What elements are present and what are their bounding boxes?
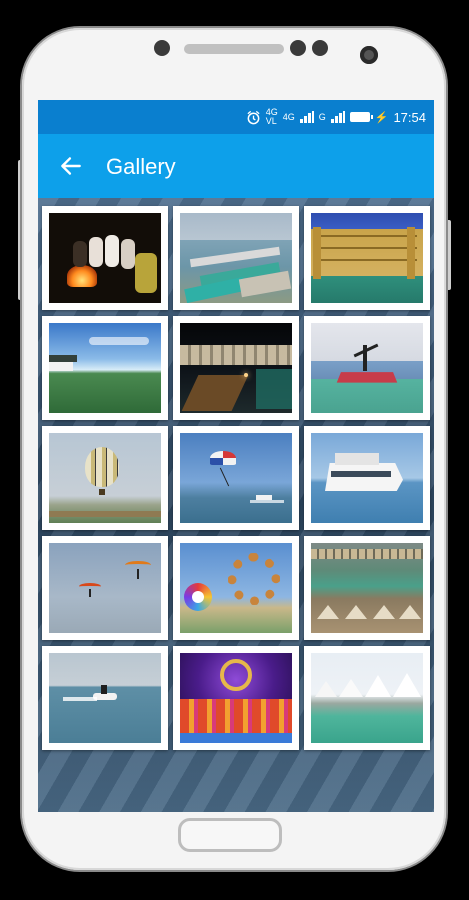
power-button bbox=[446, 220, 451, 290]
dance-performance-photo bbox=[180, 653, 292, 743]
photo-grid bbox=[42, 206, 430, 750]
volte-icon: 4G VL bbox=[265, 107, 278, 126]
gallery-photo[interactable] bbox=[304, 646, 430, 750]
tents-lawn-photo bbox=[311, 653, 423, 743]
gallery-photo[interactable] bbox=[173, 646, 299, 750]
status-bar: 4G VL 4G G ⚡ 17:54 bbox=[38, 100, 434, 134]
earpiece-speaker bbox=[184, 44, 284, 54]
gallery-photo[interactable] bbox=[304, 206, 430, 310]
status-time: 17:54 bbox=[393, 109, 426, 125]
parasailing-photo bbox=[180, 433, 292, 523]
alarm-icon bbox=[247, 110, 260, 124]
lagoon-photo bbox=[49, 323, 161, 413]
yoga-stage-photo bbox=[311, 323, 423, 413]
hot-air-balloon-photo bbox=[49, 433, 161, 523]
arrow-left-icon[interactable] bbox=[58, 153, 84, 179]
app-bar: Gallery bbox=[38, 134, 434, 198]
harbor-photo bbox=[180, 213, 292, 303]
gallery-photo[interactable] bbox=[304, 426, 430, 530]
gallery-photo[interactable] bbox=[173, 316, 299, 420]
signal-icon bbox=[330, 111, 345, 123]
kite-festival-photo bbox=[180, 543, 292, 633]
gallery-photo[interactable] bbox=[304, 536, 430, 640]
night-walkway-photo bbox=[180, 323, 292, 413]
ferry-boat-photo bbox=[311, 433, 423, 523]
sensor-dot bbox=[290, 40, 306, 56]
network-label: 4G bbox=[282, 111, 295, 122]
charging-icon: ⚡ bbox=[374, 111, 389, 124]
gallery-container bbox=[38, 198, 434, 812]
gallery-photo[interactable] bbox=[173, 206, 299, 310]
gallery-photo[interactable] bbox=[42, 536, 168, 640]
campfire-photo bbox=[49, 213, 161, 303]
front-camera bbox=[360, 46, 378, 64]
page-title: Gallery bbox=[106, 154, 176, 179]
sensor-dot bbox=[312, 40, 328, 56]
network-label: G bbox=[318, 111, 326, 122]
battery-icon bbox=[349, 112, 373, 122]
gallery-photo[interactable] bbox=[304, 316, 430, 420]
gallery-photo[interactable] bbox=[42, 206, 168, 310]
home-button[interactable] bbox=[178, 818, 282, 852]
gallery-photo[interactable] bbox=[173, 426, 299, 530]
gallery-photo[interactable] bbox=[42, 316, 168, 420]
sensor-dot bbox=[154, 40, 170, 56]
tent-city-photo bbox=[311, 543, 423, 633]
gallery-photo[interactable] bbox=[173, 536, 299, 640]
paragliding-photo bbox=[49, 543, 161, 633]
screen: 4G VL 4G G ⚡ 17:54 Gallery bbox=[38, 100, 434, 812]
signal-icon bbox=[299, 111, 314, 123]
palace-photo bbox=[311, 213, 423, 303]
jet-ski-photo bbox=[49, 653, 161, 743]
gallery-photo[interactable] bbox=[42, 646, 168, 750]
gallery-photo[interactable] bbox=[42, 426, 168, 530]
